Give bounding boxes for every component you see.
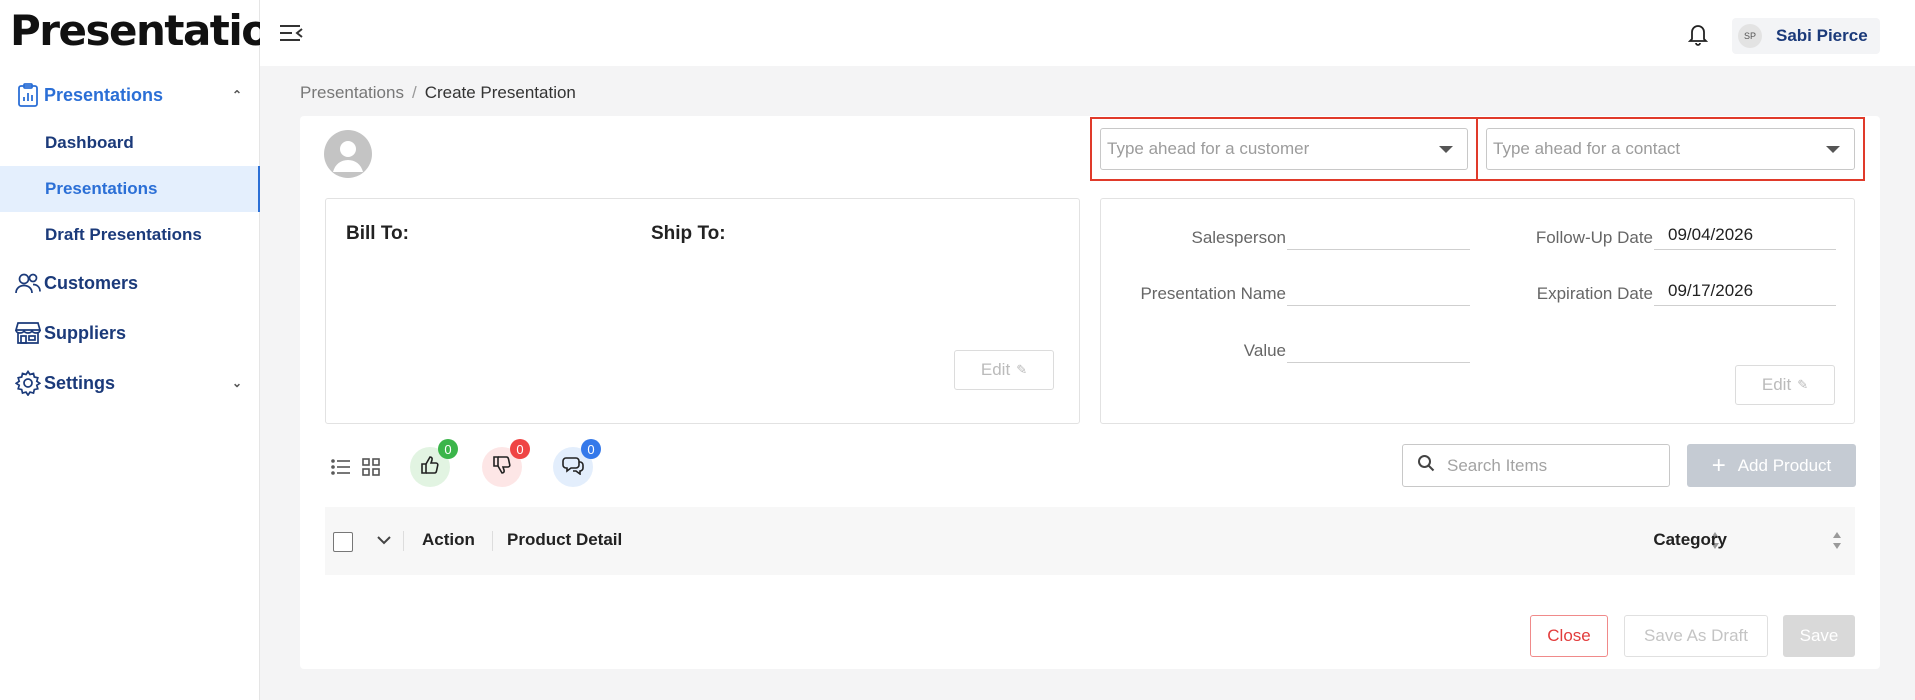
sidebar-item-dashboard[interactable]: Dashboard xyxy=(0,120,260,166)
store-icon xyxy=(14,319,42,347)
search-placeholder: Search Items xyxy=(1447,455,1548,475)
avatar: SP xyxy=(1738,24,1762,48)
likes-button[interactable]: 0 xyxy=(410,439,458,487)
salesperson-label: Salesperson xyxy=(1191,228,1286,247)
add-product-button[interactable]: + Add Product xyxy=(1687,444,1856,487)
followup-date-field[interactable]: 09/04/2026 xyxy=(1654,222,1836,250)
ship-to-label: Ship To: xyxy=(651,223,726,244)
contact-select-placeholder: Type ahead for a contact xyxy=(1493,139,1681,158)
column-divider xyxy=(403,531,404,551)
expand-all-chevron-icon[interactable] xyxy=(375,531,393,549)
column-action[interactable]: Action xyxy=(422,530,475,550)
sidebar-group-label: Suppliers xyxy=(44,322,127,343)
address-panel: Bill To: Ship To: Edit ✎ xyxy=(325,198,1080,424)
plus-icon: + xyxy=(1711,451,1726,479)
value-field[interactable] xyxy=(1287,335,1470,363)
create-presentation-card: Type ahead for a customer Type ahead for… xyxy=(300,116,1880,669)
edit-label: Edit xyxy=(1761,375,1792,394)
table-header: Action Product Detail Category xyxy=(325,507,1855,575)
user-menu[interactable]: SP Sabi Pierce xyxy=(1732,18,1880,54)
contact-select-highlight: Type ahead for a contact xyxy=(1476,117,1865,181)
collapse-menu-icon[interactable] xyxy=(278,22,304,44)
dislikes-button[interactable]: 0 xyxy=(482,439,530,487)
chevron-down-icon: ⌄ xyxy=(231,376,242,390)
pencil-icon: ✎ xyxy=(1797,377,1809,392)
customer-select-placeholder: Type ahead for a customer xyxy=(1107,139,1310,158)
salesperson-field[interactable] xyxy=(1287,222,1470,250)
followup-date-label: Follow-Up Date xyxy=(1535,228,1653,247)
caret-down-icon xyxy=(1439,146,1453,153)
comments-icon xyxy=(562,455,584,480)
search-items-input[interactable]: Search Items xyxy=(1402,444,1670,487)
save-as-draft-button[interactable]: Save As Draft xyxy=(1624,615,1768,657)
customer-select[interactable]: Type ahead for a customer xyxy=(1100,128,1468,170)
grid-view-icon[interactable] xyxy=(360,456,382,478)
comments-count: 0 xyxy=(581,439,601,459)
dislikes-count: 0 xyxy=(510,439,530,459)
breadcrumb: Presentations / Create Presentation xyxy=(300,83,576,103)
sidebar-group-label: Presentations xyxy=(44,84,164,105)
column-category[interactable]: Category xyxy=(1537,530,1727,550)
gear-icon xyxy=(14,369,42,397)
sidebar: Presentations Presentations ⌃ Dashboard … xyxy=(0,0,322,700)
select-all-checkbox[interactable] xyxy=(333,532,353,552)
sidebar-group-settings[interactable]: Settings ⌄ xyxy=(0,358,260,408)
thumbs-up-icon xyxy=(420,455,440,480)
chevron-up-icon: ⌃ xyxy=(231,88,242,102)
likes-count: 0 xyxy=(438,439,458,459)
expiration-date-label: Expiration Date xyxy=(1536,284,1653,303)
edit-label: Edit xyxy=(980,360,1011,379)
close-button[interactable]: Close xyxy=(1530,615,1608,657)
sort-icon[interactable] xyxy=(1831,529,1843,553)
users-icon xyxy=(14,269,42,297)
thumbs-down-icon xyxy=(492,455,512,480)
sidebar-item-presentations[interactable]: Presentations xyxy=(0,166,260,212)
sidebar-group-suppliers[interactable]: Suppliers xyxy=(0,308,260,358)
breadcrumb-current: Create Presentation xyxy=(424,83,576,102)
expiration-date-field[interactable]: 09/17/2026 xyxy=(1654,278,1836,306)
breadcrumb-separator: / xyxy=(411,83,417,102)
value-label: Value xyxy=(1243,341,1286,360)
user-placeholder-icon xyxy=(324,130,372,178)
sidebar-group-customers[interactable]: Customers xyxy=(0,258,260,308)
presentation-name-label: Presentation Name xyxy=(1140,284,1286,303)
pencil-icon: ✎ xyxy=(1016,362,1028,377)
sidebar-group-presentations[interactable]: Presentations ⌃ xyxy=(0,70,260,120)
edit-address-button[interactable]: Edit ✎ xyxy=(954,350,1054,390)
add-product-label: Add Product xyxy=(1737,455,1832,475)
user-name: Sabi Pierce xyxy=(1776,26,1868,45)
clipboard-chart-icon xyxy=(14,81,42,109)
comments-button[interactable]: 0 xyxy=(553,439,601,487)
breadcrumb-root[interactable]: Presentations xyxy=(300,83,404,102)
column-product-detail[interactable]: Product Detail xyxy=(507,530,622,550)
sidebar-nav: Presentations ⌃ Dashboard Presentations … xyxy=(0,70,260,408)
presentation-info-panel: Salesperson Presentation Name Value Foll… xyxy=(1100,198,1855,424)
presentation-name-field[interactable] xyxy=(1287,278,1470,306)
caret-down-icon xyxy=(1826,146,1840,153)
column-divider xyxy=(492,531,493,551)
sidebar-group-label: Customers xyxy=(44,272,139,293)
edit-info-button[interactable]: Edit ✎ xyxy=(1735,365,1835,405)
list-view-icon[interactable] xyxy=(330,456,352,478)
save-button[interactable]: Save xyxy=(1783,615,1855,657)
bell-icon[interactable] xyxy=(1687,22,1710,46)
sidebar-group-label: Settings xyxy=(44,372,116,393)
contact-select[interactable]: Type ahead for a contact xyxy=(1486,128,1855,170)
top-bar: SP Sabi Pierce xyxy=(260,0,1915,66)
bill-to-label: Bill To: xyxy=(346,223,409,244)
search-icon xyxy=(1417,454,1435,477)
sidebar-item-draft-presentations[interactable]: Draft Presentations xyxy=(0,212,260,258)
customer-select-highlight: Type ahead for a customer xyxy=(1090,117,1478,181)
